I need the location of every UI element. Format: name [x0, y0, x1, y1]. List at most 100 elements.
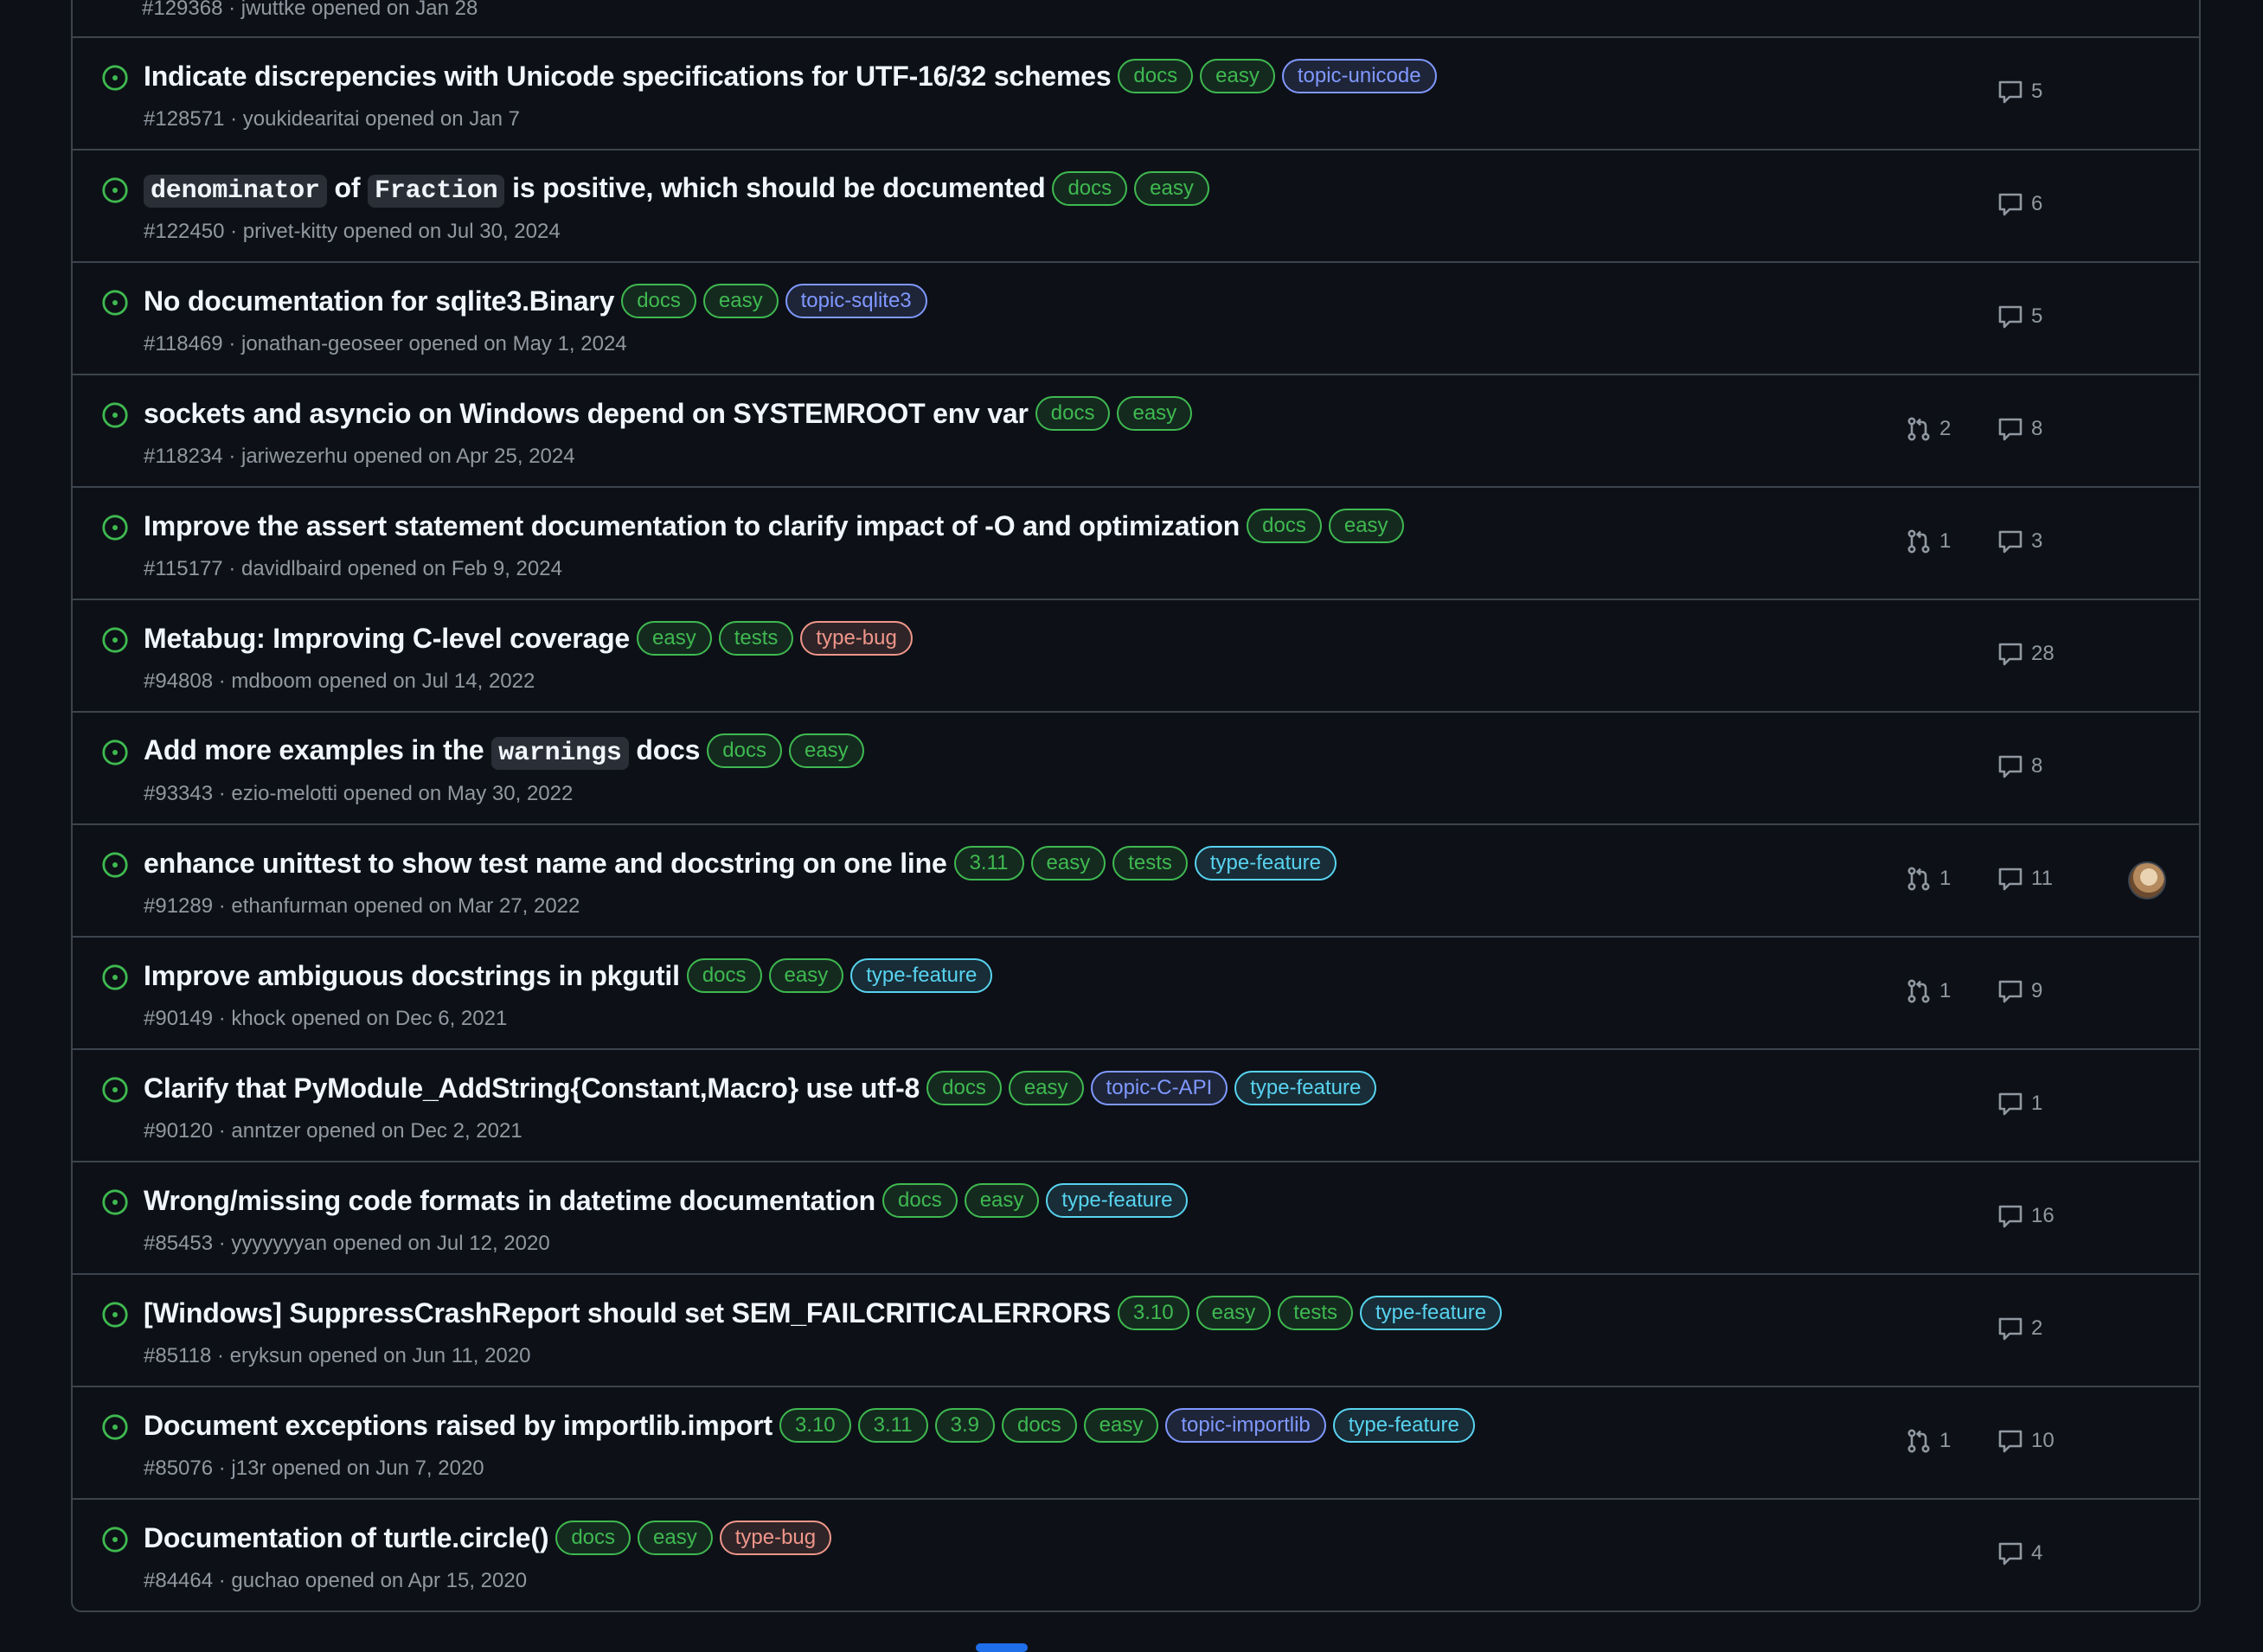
issue-meta: #91289 · ethanfurman opened on Mar 27, 2…	[144, 894, 580, 918]
label-3-11[interactable]: 3.11	[857, 1408, 928, 1443]
label-type-feature[interactable]: type-feature	[1046, 1183, 1189, 1218]
label-easy[interactable]: easy	[1200, 59, 1275, 93]
comments-link[interactable]: 8	[1997, 413, 2042, 445]
label-type-bug[interactable]: type-bug	[719, 1521, 832, 1555]
label-3-9[interactable]: 3.9	[934, 1408, 995, 1443]
comments-link[interactable]: 11	[1997, 863, 2053, 894]
pagination-current-page[interactable]	[976, 1643, 1028, 1652]
linked-pull-requests[interactable]: 2	[1905, 413, 1951, 445]
issue-title-link[interactable]: Clarify that PyModule_AddString{Constant…	[144, 1073, 920, 1105]
issue-row[interactable]: enhance unittest to show test name and d…	[73, 823, 2199, 936]
issue-title-link[interactable]: Indicate discrepencies with Unicode spec…	[144, 61, 1112, 93]
label-type-feature[interactable]: type-feature	[1194, 846, 1337, 880]
label-easy[interactable]: easy	[964, 1183, 1040, 1218]
issue-title-link[interactable]: Document exceptions raised by importlib.…	[144, 1410, 772, 1442]
comments-link[interactable]: 28	[1997, 638, 2055, 669]
label-topic-unicode[interactable]: topic-unicode	[1281, 59, 1437, 93]
label-easy[interactable]: easy	[788, 733, 864, 768]
linked-pull-requests[interactable]: 1	[1905, 526, 1951, 557]
label-docs[interactable]: docs	[926, 1071, 1002, 1105]
issue-row[interactable]: Clarify that PyModule_AddString{Constant…	[73, 1048, 2199, 1161]
label-docs[interactable]: docs	[1247, 509, 1322, 543]
comment-count: 5	[2031, 304, 2043, 328]
comments-link[interactable]: 9	[1997, 976, 2042, 1007]
label-tests[interactable]: tests	[718, 621, 794, 656]
issue-row[interactable]: denominator of Fraction is positive, whi…	[73, 149, 2199, 261]
label-docs[interactable]: docs	[1052, 171, 1128, 206]
label-3-11[interactable]: 3.11	[953, 846, 1024, 880]
issue-row[interactable]: No documentation for sqlite3.Binary docs e…	[73, 261, 2199, 374]
label-easy[interactable]: easy	[1134, 171, 1209, 206]
label-type-bug[interactable]: type-bug	[800, 621, 913, 656]
issue-row[interactable]: Improve the assert statement documentati…	[73, 486, 2199, 599]
issue-row[interactable]: Wrong/missing code formats in datetime d…	[73, 1161, 2199, 1273]
label-easy[interactable]: easy	[1328, 509, 1404, 543]
issue-title-link[interactable]: [Windows] SuppressCrashReport should set…	[144, 1297, 1111, 1329]
label-easy[interactable]: easy	[768, 958, 844, 993]
label-docs[interactable]: docs	[1118, 59, 1194, 93]
issue-title-link[interactable]: Improve ambiguous docstrings in pkgutil	[144, 960, 680, 992]
label-type-feature[interactable]: type-feature	[1359, 1296, 1503, 1330]
issue-row-partial[interactable]: #129368 · jwuttke opened on Jan 28	[73, 0, 2199, 36]
label-type-feature[interactable]: type-feature	[1332, 1408, 1475, 1443]
issue-row[interactable]: Document exceptions raised by importlib.…	[73, 1386, 2199, 1498]
linked-pull-requests[interactable]: 1	[1905, 976, 1951, 1007]
label-3-10[interactable]: 3.10	[1117, 1296, 1189, 1330]
comments-link[interactable]: 8	[1997, 751, 2042, 782]
comments-link[interactable]: 4	[1997, 1538, 2042, 1569]
label-easy[interactable]: easy	[1008, 1071, 1084, 1105]
issue-row[interactable]: Indicate discrepencies with Unicode spec…	[73, 36, 2199, 149]
issue-title-link[interactable]: denominator of Fraction is positive, whi…	[144, 172, 1046, 208]
label-topic-importlib[interactable]: topic-importlib	[1165, 1408, 1326, 1443]
label-docs[interactable]: docs	[555, 1521, 631, 1555]
comments-link[interactable]: 2	[1997, 1313, 2042, 1344]
issue-title-link[interactable]: Wrong/missing code formats in datetime d…	[144, 1185, 875, 1217]
label-docs[interactable]: docs	[1001, 1408, 1077, 1443]
issue-title-text: docs	[628, 733, 701, 765]
issue-title-link[interactable]: Add more examples in the warnings docs	[144, 733, 701, 770]
issue-row[interactable]: Improve ambiguous docstrings in pkgutil d…	[73, 936, 2199, 1048]
label-easy[interactable]: easy	[1196, 1296, 1272, 1330]
label-tests[interactable]: tests	[1112, 846, 1188, 880]
label-docs[interactable]: docs	[686, 958, 762, 993]
issue-title-link[interactable]: enhance unittest to show test name and d…	[144, 848, 947, 880]
issue-title-link[interactable]: No documentation for sqlite3.Binary	[144, 285, 614, 317]
issue-title-link[interactable]: sockets and asyncio on Windows depend on…	[144, 398, 1029, 430]
label-easy[interactable]: easy	[638, 1521, 713, 1555]
comments-link[interactable]: 10	[1997, 1425, 2055, 1457]
issue-title-link[interactable]: Metabug: Improving C-level coverage	[144, 623, 630, 655]
assignee-avatar[interactable]	[2128, 861, 2166, 900]
comments-link[interactable]: 6	[1997, 189, 2042, 220]
issue-title-link[interactable]: Improve the assert statement documentati…	[144, 510, 1240, 542]
label-topic-c-api[interactable]: topic-C-API	[1090, 1071, 1228, 1105]
comments-link[interactable]: 16	[1997, 1201, 2055, 1232]
comments-link[interactable]: 3	[1997, 526, 2042, 557]
label-docs[interactable]: docs	[621, 284, 696, 318]
label-docs[interactable]: docs	[1035, 396, 1111, 431]
issue-row[interactable]: Documentation of turtle.circle() docs easy…	[73, 1498, 2199, 1610]
issue-title-link[interactable]: Documentation of turtle.circle()	[144, 1522, 549, 1554]
label-type-feature[interactable]: type-feature	[1234, 1071, 1377, 1105]
label-docs[interactable]: docs	[882, 1183, 958, 1218]
linked-pull-requests[interactable]: 1	[1905, 863, 1951, 894]
linked-pr-count: 1	[1939, 529, 1952, 553]
label-docs[interactable]: docs	[707, 733, 782, 768]
label-type-feature[interactable]: type-feature	[850, 958, 993, 993]
label-easy[interactable]: easy	[1083, 1408, 1159, 1443]
linked-pull-requests[interactable]: 1	[1905, 1425, 1951, 1457]
comments-link[interactable]: 5	[1997, 301, 2042, 332]
label-topic-sqlite3[interactable]: topic-sqlite3	[785, 284, 927, 318]
issue-row[interactable]: Metabug: Improving C-level coverage easy t…	[73, 599, 2199, 711]
label-easy[interactable]: easy	[1117, 396, 1193, 431]
comments-link[interactable]: 1	[1997, 1088, 2042, 1119]
label-3-10[interactable]: 3.10	[779, 1408, 851, 1443]
issue-title-line: Documentation of turtle.circle() docs easy…	[144, 1519, 838, 1557]
label-easy[interactable]: easy	[702, 284, 779, 318]
issue-row[interactable]: Add more examples in the warnings docs do…	[73, 711, 2199, 823]
comments-link[interactable]: 5	[1997, 76, 2042, 107]
label-easy[interactable]: easy	[1030, 846, 1106, 880]
issue-row[interactable]: sockets and asyncio on Windows depend on…	[73, 374, 2199, 486]
label-easy[interactable]: easy	[637, 621, 712, 656]
issue-row[interactable]: [Windows] SuppressCrashReport should set…	[73, 1273, 2199, 1386]
label-tests[interactable]: tests	[1278, 1296, 1353, 1330]
